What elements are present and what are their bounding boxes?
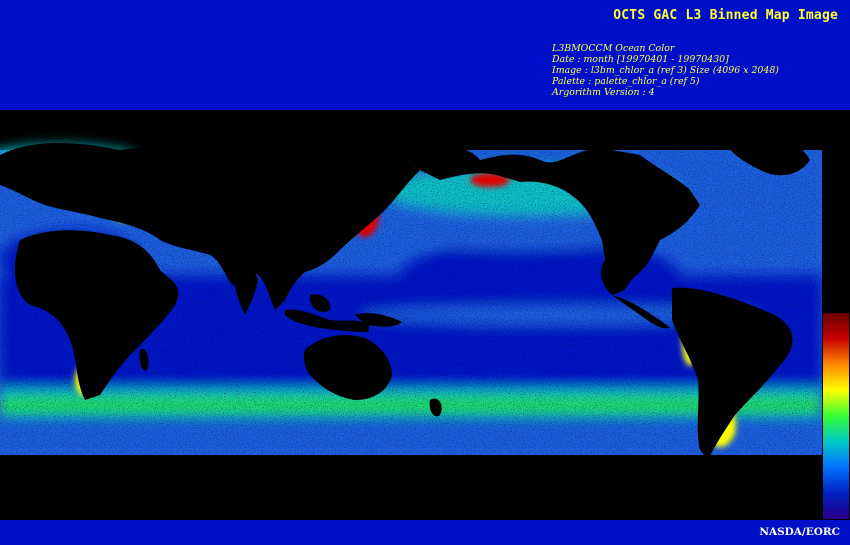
map-area (0, 110, 850, 520)
meta-line-product: L3BMOCCM Ocean Color (552, 43, 675, 54)
antarctica-region (0, 455, 822, 520)
chlorophyll-colorbar (822, 312, 850, 520)
meta-line-algorithm: Argorithm Version : 4 (552, 87, 655, 98)
world-chlorophyll-map (0, 129, 822, 520)
meta-line-image: Image : l3bm_chlor_a (ref 3) Size (4096 … (552, 65, 779, 76)
meta-line-date: Date : month [19970401 - 19970430] (552, 54, 729, 65)
map-metadata: L3BMOCCM Ocean Color Date : month [19970… (552, 43, 779, 98)
footer-band: NASDA/EORC (0, 520, 850, 545)
ocean-color-map-image: OCTS GAC L3 Binned Map Image L3BMOCCM Oc… (0, 0, 850, 545)
credit-label: NASDA/EORC (759, 526, 840, 538)
map-title: OCTS GAC L3 Binned Map Image (613, 8, 838, 23)
header-band: OCTS GAC L3 Binned Map Image L3BMOCCM Oc… (0, 0, 850, 110)
meta-line-palette: Palette : palette_chlor_a (ref 5) (552, 76, 700, 87)
